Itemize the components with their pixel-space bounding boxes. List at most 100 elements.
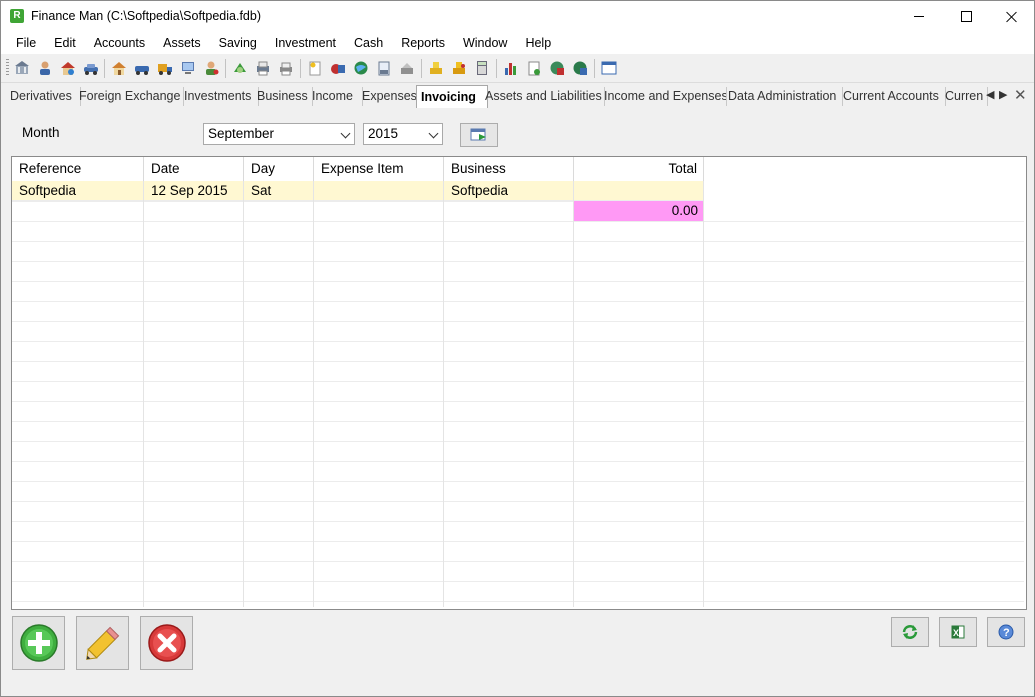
truck-icon[interactable] (157, 60, 173, 76)
add-button[interactable] (12, 616, 65, 670)
car-icon[interactable] (83, 60, 99, 76)
year-select[interactable]: 2015 (363, 123, 443, 145)
cash-register-icon[interactable] (399, 60, 415, 76)
title-bar: R Finance Man (C:\Softpedia\Softpedia.fd… (1, 1, 1034, 32)
tab-expenses[interactable]: Expenses (358, 87, 421, 106)
window-icon[interactable] (601, 60, 617, 76)
menu-file[interactable]: File (7, 32, 45, 54)
tab-close-icon[interactable]: ✕ (1014, 86, 1027, 104)
app-window: R Finance Man (C:\Softpedia\Softpedia.fd… (0, 0, 1035, 697)
toolbar-separator (104, 59, 105, 78)
tab-data-administration[interactable]: Data Administration (724, 87, 843, 106)
tab-derivatives[interactable]: Derivatives (6, 87, 81, 106)
computer-icon[interactable] (180, 60, 196, 76)
delete-button[interactable] (140, 616, 193, 670)
export-excel-button[interactable]: X (939, 617, 977, 647)
cell-expense-item[interactable] (314, 181, 444, 201)
menu-reports[interactable]: Reports (392, 32, 454, 54)
maximize-icon (960, 11, 972, 22)
cell-business[interactable]: Softpedia (444, 181, 574, 201)
table-row[interactable]: Softpedia 12 Sep 2015 Sat Softpedia (12, 181, 1026, 201)
menu-assets[interactable]: Assets (154, 32, 210, 54)
col-business[interactable]: Business (444, 157, 574, 181)
toolbar (1, 55, 1034, 83)
money-icon[interactable] (232, 60, 248, 76)
menu-accounts[interactable]: Accounts (85, 32, 154, 54)
tab-investments[interactable]: Investments (180, 87, 259, 106)
maximize-button[interactable] (943, 1, 989, 32)
globe-icon[interactable] (353, 60, 369, 76)
month-label: Month (22, 125, 60, 140)
cell-reference[interactable]: Softpedia (12, 181, 144, 201)
delete-icon (147, 624, 186, 662)
menu-help[interactable]: Help (516, 32, 560, 54)
col-expense-item[interactable]: Expense Item (314, 157, 444, 181)
piggy-bank-icon[interactable] (330, 60, 346, 76)
excel-icon: X (951, 625, 965, 639)
close-button[interactable] (989, 1, 1034, 32)
tab-scroll-left-icon[interactable]: ◀ (986, 88, 994, 101)
close-icon (1006, 11, 1018, 23)
gold-icon[interactable] (451, 60, 467, 76)
minimize-button[interactable] (896, 1, 942, 32)
house-icon[interactable] (60, 60, 76, 76)
menu-cash[interactable]: Cash (345, 32, 392, 54)
tab-scroll-right-icon[interactable]: ▶ (999, 88, 1007, 101)
svg-text:X: X (953, 628, 959, 638)
person-icon[interactable] (37, 60, 53, 76)
svg-text:?: ? (1003, 627, 1010, 639)
month-select[interactable]: September (203, 123, 355, 145)
tab-assets-and-liabilities[interactable]: Assets and Liabilities (481, 87, 605, 106)
note-icon[interactable] (307, 60, 323, 76)
calculator-icon[interactable] (474, 60, 490, 76)
col-date[interactable]: Date (144, 157, 244, 181)
coins-icon[interactable] (428, 60, 444, 76)
help-button[interactable]: ? (987, 617, 1025, 647)
bank-icon[interactable] (14, 60, 30, 76)
col-day[interactable]: Day (244, 157, 314, 181)
year-select-value: 2015 (368, 126, 399, 141)
printer-icon[interactable] (255, 60, 271, 76)
col-reference[interactable]: Reference (12, 157, 144, 181)
globe-chart-2-icon[interactable] (572, 60, 588, 76)
toolbar-grip[interactable] (6, 59, 9, 77)
tab-income-and-expenses[interactable]: Income and Expenses (600, 87, 727, 106)
window-title: Finance Man (C:\Softpedia\Softpedia.fdb) (31, 9, 261, 23)
tab-foreign-exchange[interactable]: Foreign Exchange (75, 87, 184, 106)
add-icon (19, 624, 58, 662)
tab-current-accounts[interactable]: Current Accounts (839, 87, 946, 106)
help-icon: ? (998, 624, 1014, 640)
toolbar-separator (421, 59, 422, 78)
cell-day[interactable]: Sat (244, 181, 314, 201)
menu-investment[interactable]: Investment (266, 32, 345, 54)
print-icon[interactable] (278, 60, 294, 76)
vehicle-icon[interactable] (134, 60, 150, 76)
col-total[interactable]: Total (574, 157, 704, 181)
refresh-button[interactable] (891, 617, 929, 647)
bar-chart-icon[interactable] (503, 60, 519, 76)
home-icon[interactable] (111, 60, 127, 76)
tab-currencies[interactable]: Curren (941, 87, 988, 106)
invoice-grid: Reference Date Day Expense Item Business… (11, 156, 1027, 610)
edit-button[interactable] (76, 616, 129, 670)
menu-window[interactable]: Window (454, 32, 516, 54)
user-icon[interactable] (203, 60, 219, 76)
minimize-icon (914, 16, 924, 17)
refresh-icon (902, 625, 918, 639)
cell-date[interactable]: 12 Sep 2015 (144, 181, 244, 201)
menu-saving[interactable]: Saving (210, 32, 266, 54)
cell-total[interactable] (574, 181, 704, 201)
document-icon[interactable] (376, 60, 392, 76)
grid-header: Reference Date Day Expense Item Business… (12, 157, 1026, 181)
new-document-icon[interactable] (526, 60, 542, 76)
globe-chart-icon[interactable] (549, 60, 565, 76)
app-icon: R (10, 9, 24, 23)
tab-income[interactable]: Income (308, 87, 363, 106)
apply-filter-button[interactable] (460, 123, 498, 147)
month-select-value: September (208, 126, 275, 141)
module-tabs: Derivatives Foreign Exchange Investments… (1, 85, 1034, 108)
menu-edit[interactable]: Edit (45, 32, 85, 54)
tab-business[interactable]: Business (253, 87, 313, 106)
tab-invoicing[interactable]: Invoicing (416, 85, 488, 108)
toolbar-separator (594, 59, 595, 78)
